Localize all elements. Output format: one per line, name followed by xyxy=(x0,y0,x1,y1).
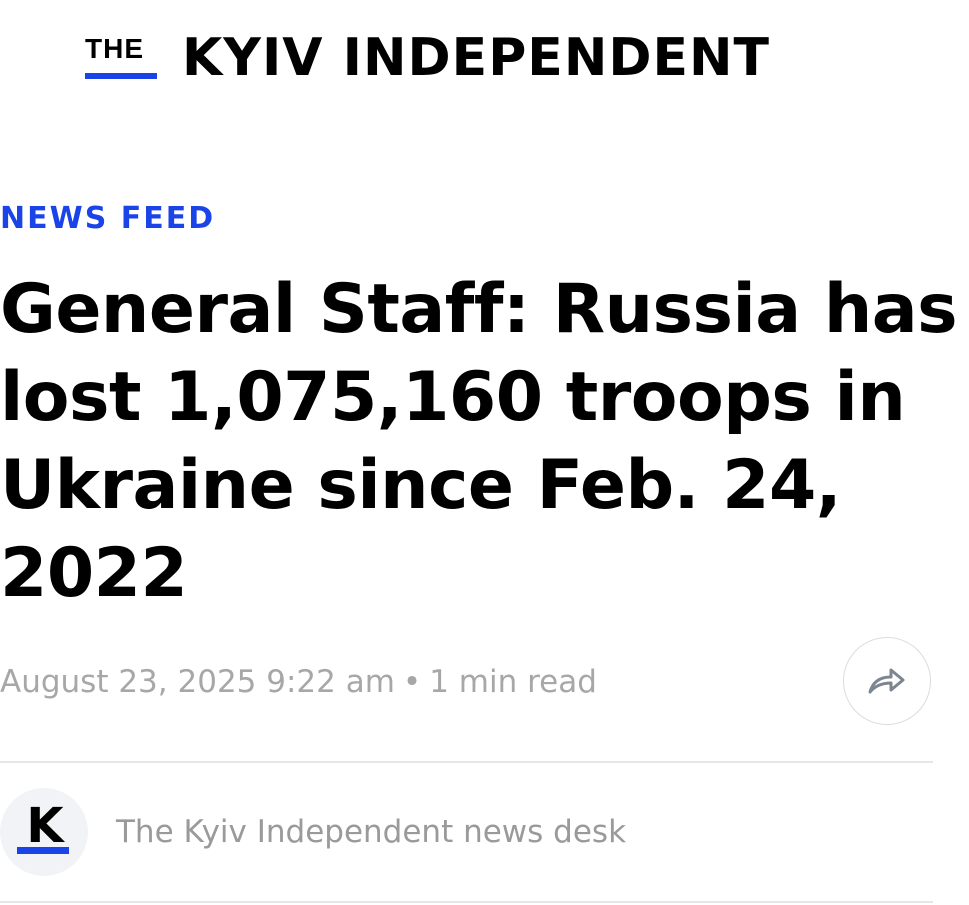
logo-name: KYIV INDEPENDENT xyxy=(182,28,771,88)
read-time: 1 min read xyxy=(429,664,597,700)
divider xyxy=(0,761,933,763)
avatar-letter: K xyxy=(26,798,64,854)
logo-underline xyxy=(85,73,157,79)
publish-date: August 23, 2025 9:22 am xyxy=(0,664,395,700)
meta-separator: • xyxy=(402,664,422,700)
logo-the-text: THE xyxy=(85,33,144,64)
logo-the: THE xyxy=(85,35,157,87)
article-headline: General Staff: Russia has lost 1,075,160… xyxy=(0,270,958,613)
avatar-underline xyxy=(17,847,69,854)
section-link-news-feed[interactable]: NEWS FEED xyxy=(0,202,215,236)
divider xyxy=(0,901,933,903)
article-meta: August 23, 2025 9:22 am • 1 min read xyxy=(0,664,597,700)
site-logo[interactable]: THE KYIV INDEPENDENT xyxy=(85,28,855,88)
author-name[interactable]: The Kyiv Independent news desk xyxy=(116,814,626,850)
author-avatar[interactable]: K xyxy=(0,788,88,876)
share-button[interactable] xyxy=(843,637,931,725)
share-arrow-icon xyxy=(868,668,905,694)
